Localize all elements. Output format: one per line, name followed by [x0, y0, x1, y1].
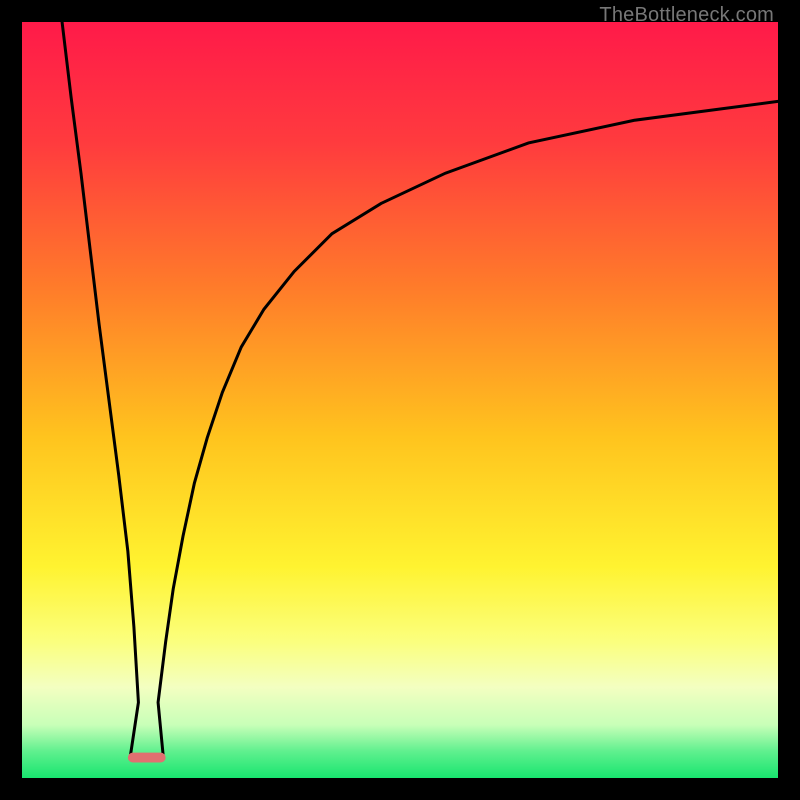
minimum-marker: [128, 753, 166, 763]
chart-frame: [22, 22, 778, 778]
watermark-text: TheBottleneck.com: [599, 4, 774, 27]
minimum-pill: [128, 753, 166, 763]
bottleneck-chart: [22, 22, 778, 778]
